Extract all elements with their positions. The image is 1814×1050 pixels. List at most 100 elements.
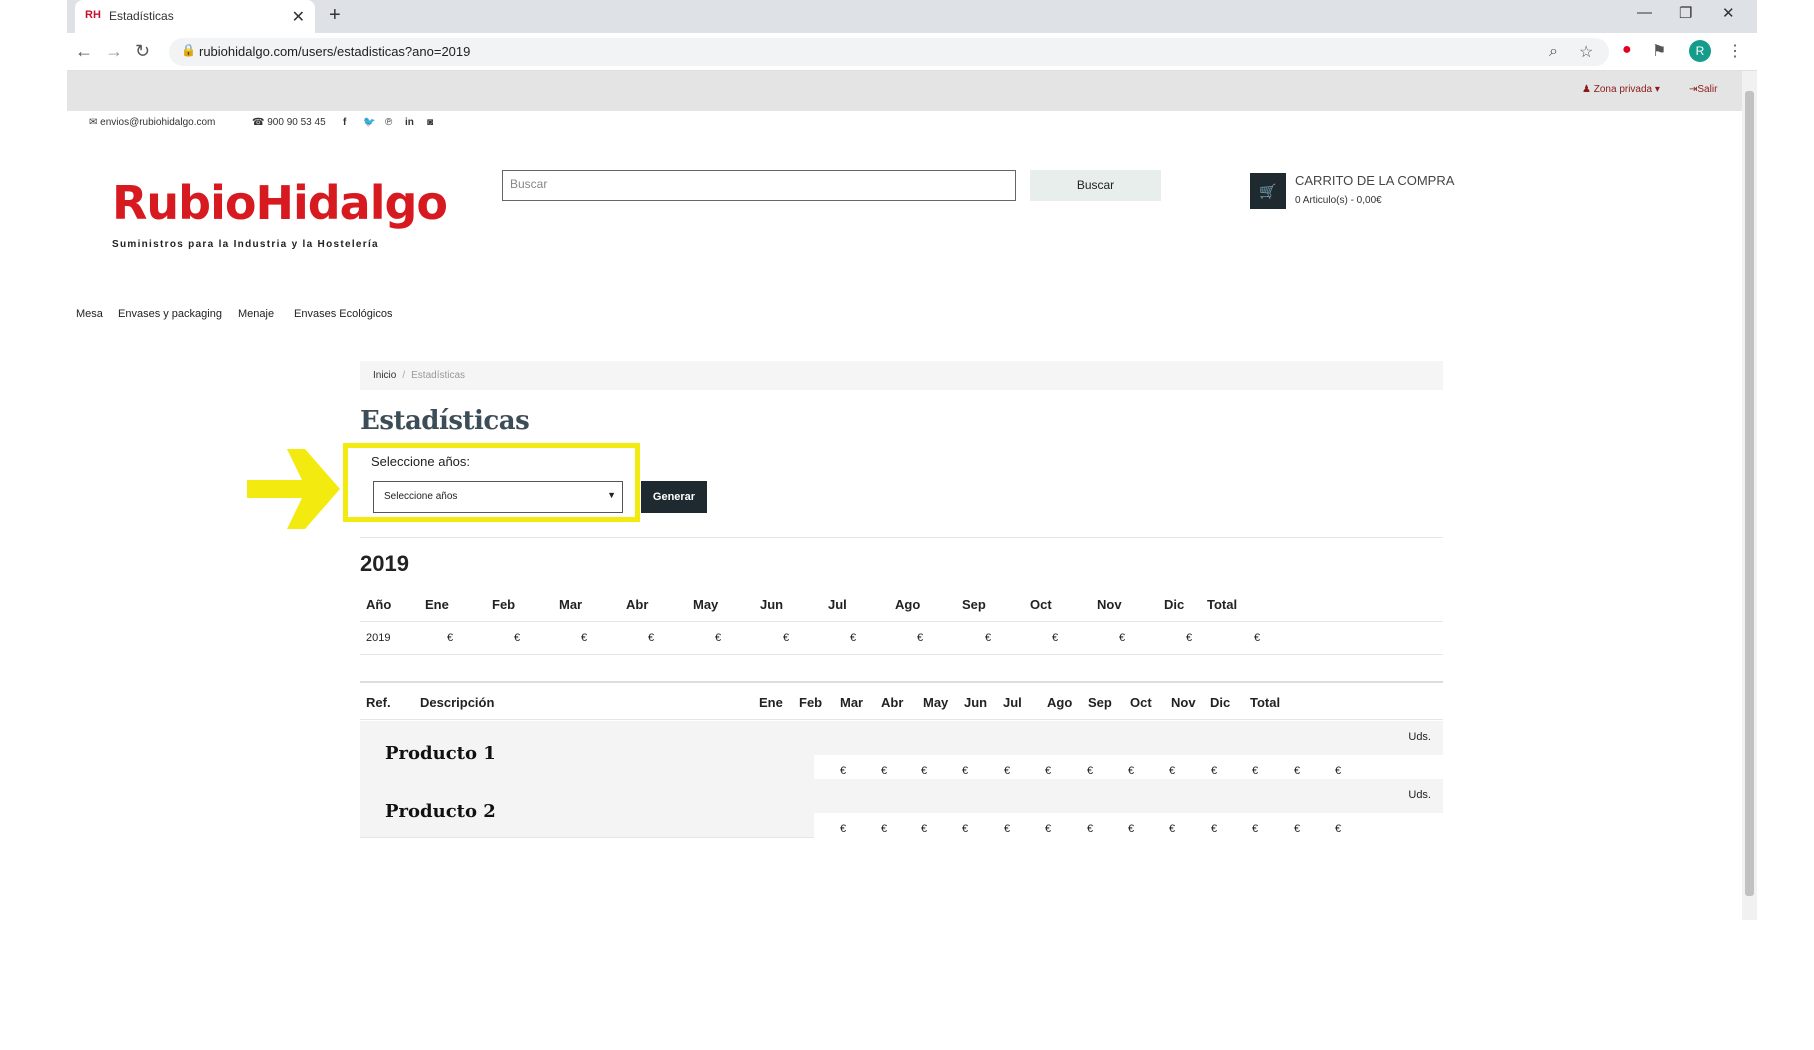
column-header: Abr — [626, 597, 649, 612]
logo-tagline: Suministros para la Industria y la Hoste… — [112, 239, 379, 250]
column-header: Mar — [559, 597, 583, 612]
cart-icon[interactable]: 🛒 — [1250, 173, 1286, 209]
email-link[interactable]: ✉ envios@rubiohidalgo.com — [89, 117, 215, 128]
phone-icon: ☎ — [252, 117, 265, 128]
table-cell: € — [921, 765, 928, 777]
column-header: Descripción — [420, 695, 495, 710]
column-header: Oct — [1130, 695, 1152, 710]
column-header: Feb — [492, 597, 516, 612]
table-cell: € — [1004, 765, 1011, 777]
table-cell: € — [1186, 632, 1193, 644]
column-header: Sep — [962, 597, 986, 612]
table-cell: € — [1045, 765, 1052, 777]
divider — [360, 681, 1443, 683]
page-content: ♟ Zona privada ▾ ⇥Salir ✉ envios@rubiohi… — [67, 71, 1742, 920]
column-header: May — [923, 695, 949, 710]
zoom-icon[interactable]: ⌕ — [1549, 43, 1558, 61]
table-cell: € — [840, 765, 847, 777]
product-name[interactable]: Producto 2 — [385, 801, 496, 822]
menu-icon[interactable]: ⋮ — [1727, 41, 1743, 61]
logo[interactable]: RubioHidalgo — [112, 176, 448, 230]
nav-item-envases-ecologicos[interactable]: Envases Ecológicos — [294, 308, 392, 320]
product-name[interactable]: Producto 1 — [385, 743, 496, 764]
bookmark-star-icon[interactable]: ☆ — [1579, 42, 1593, 62]
column-header: Año — [366, 597, 392, 612]
user-icon: ♟ — [1582, 84, 1591, 95]
browser-window: RH Estadísticas ✕ + — ❐ ✕ ← → ↻ 🔒 rubioh… — [67, 0, 1757, 920]
table-header-row: Año Ene Feb Mar Abr May Jun Jul Ago Sep Oct Nov Dic T… — [360, 586, 1443, 622]
search-button[interactable]: Buscar — [1030, 170, 1161, 201]
year-select[interactable]: Seleccione años ▼ — [373, 481, 623, 513]
avatar[interactable]: R — [1689, 40, 1711, 62]
table-cell: € — [514, 632, 521, 644]
column-header: Jun — [760, 597, 784, 612]
table-cell: € — [1252, 823, 1259, 835]
tab-estadisticas[interactable]: RH Estadísticas ✕ — [75, 0, 315, 33]
page-title: Estadísticas — [360, 406, 530, 436]
column-header: Mar — [840, 695, 864, 710]
table-cell: € — [715, 632, 722, 644]
nav-item-mesa[interactable]: Mesa — [76, 308, 103, 320]
nav-item-envases-packaging[interactable]: Envases y packaging — [118, 308, 222, 320]
year-heading: 2019 — [360, 551, 409, 576]
linkedin-icon[interactable]: in — [405, 117, 414, 128]
pinterest-social-icon[interactable]: ℗ — [385, 117, 392, 128]
table-cell: € — [1128, 823, 1135, 835]
zona-privada-link[interactable]: ♟ Zona privada ▾ — [1582, 84, 1660, 95]
table-cell: € — [783, 632, 790, 644]
table-cell: € — [1087, 765, 1094, 777]
instagram-icon[interactable]: ◙ — [427, 117, 433, 128]
year-select-value: Seleccione años — [384, 491, 458, 502]
product-values: € € € € € € € € € € € € € — [814, 813, 1443, 847]
extension-icon[interactable]: ⚑ — [1652, 41, 1666, 61]
search-input[interactable]: Buscar — [502, 170, 1016, 201]
forward-icon[interactable]: → — [105, 41, 123, 62]
scrollbar[interactable] — [1742, 71, 1757, 920]
cart-title[interactable]: CARRITO DE LA COMPRA — [1295, 173, 1454, 188]
restore-icon[interactable]: ❐ — [1679, 4, 1692, 22]
column-header: Total — [1250, 695, 1281, 710]
column-header: Nov — [1171, 695, 1196, 710]
phone-link[interactable]: ☎ 900 90 53 45 — [252, 117, 326, 128]
pinterest-icon[interactable]: ● — [1622, 41, 1632, 59]
close-window-icon[interactable]: ✕ — [1722, 4, 1735, 22]
column-header: Jun — [964, 695, 988, 710]
breadcrumb-current: Estadísticas — [411, 370, 466, 381]
generate-button[interactable]: Generar — [641, 481, 707, 513]
address-bar[interactable]: 🔒 rubiohidalgo.com/users/estadisticas?an… — [169, 38, 1609, 66]
column-header: Jul — [828, 597, 847, 612]
table-cell: € — [1294, 765, 1301, 777]
products-table-header: Ref. Descripción Ene Feb Mar Abr May Jun Jul Ago S… — [360, 684, 1443, 720]
table-cell: € — [921, 823, 928, 835]
column-header: Ref. — [366, 695, 391, 710]
nav-item-menaje[interactable]: Menaje — [238, 308, 274, 320]
column-header: Ago — [1047, 695, 1073, 710]
table-cell: € — [1128, 765, 1135, 777]
table-cell: € — [1004, 823, 1011, 835]
back-icon[interactable]: ← — [75, 41, 93, 62]
table-cell: € — [1119, 632, 1126, 644]
twitter-icon[interactable]: 🐦 — [363, 117, 375, 128]
minimize-icon[interactable]: — — [1637, 4, 1652, 21]
scrollbar-thumb[interactable] — [1745, 91, 1754, 896]
browser-toolbar: ← → ↻ 🔒 rubiohidalgo.com/users/estadisti… — [67, 33, 1757, 71]
salir-link[interactable]: ⇥Salir — [1689, 84, 1717, 95]
facebook-icon[interactable]: f — [343, 117, 346, 128]
table-row: Producto 2 Uds. € € € € € € € € € € € € € — [360, 779, 1443, 847]
close-tab-icon[interactable]: ✕ — [292, 7, 305, 27]
units-label: Uds. — [1408, 731, 1431, 743]
envelope-icon: ✉ — [89, 117, 98, 128]
table-cell: € — [447, 632, 454, 644]
table-cell: € — [1169, 765, 1176, 777]
reload-icon[interactable]: ↻ — [135, 41, 150, 62]
column-header: May — [693, 597, 719, 612]
new-tab-icon[interactable]: + — [329, 4, 341, 27]
table-cell: € — [581, 632, 588, 644]
breadcrumb: Inicio / Estadísticas — [360, 361, 1443, 390]
table-row: 2019 € € € € € € € € € € € € € — [360, 622, 1443, 655]
column-header: Oct — [1030, 597, 1052, 612]
breadcrumb-home[interactable]: Inicio — [373, 370, 396, 381]
cart-summary: 0 Articulo(s) - 0,00€ — [1295, 195, 1382, 206]
column-header: Abr — [881, 695, 904, 710]
table-cell: € — [962, 823, 969, 835]
